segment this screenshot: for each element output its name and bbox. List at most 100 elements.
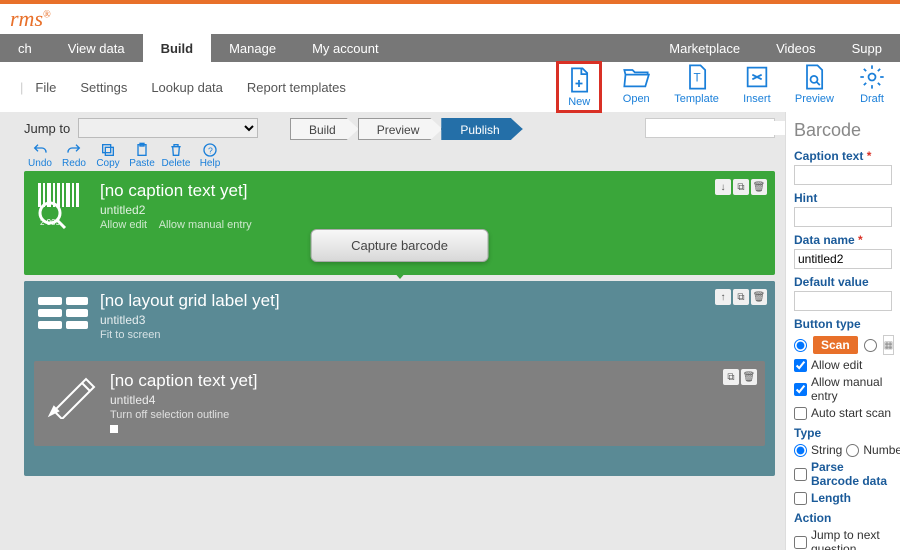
- sub-report[interactable]: Report templates: [247, 80, 346, 95]
- barcode-element[interactable]: 2 905 [no caption text yet] untitled2 Al…: [24, 171, 775, 275]
- undo-button[interactable]: Undo: [24, 142, 56, 169]
- qr-icon: ▦: [883, 335, 894, 355]
- gear-icon: [858, 63, 886, 91]
- hint-label: Hint: [794, 191, 892, 205]
- type-string-label: String: [811, 443, 842, 457]
- copy-icon[interactable]: ⧉: [723, 369, 739, 385]
- sub-lookup[interactable]: Lookup data: [151, 80, 223, 95]
- autostart-check[interactable]: [794, 407, 807, 420]
- type-number-radio[interactable]: [846, 444, 859, 457]
- move-down-icon[interactable]: ↓: [715, 179, 731, 195]
- nav-item-ch[interactable]: ch: [0, 34, 50, 62]
- nav-item-build[interactable]: Build: [143, 34, 212, 62]
- allowmanual-check[interactable]: [794, 383, 807, 396]
- nav-item-viewdata[interactable]: View data: [50, 34, 143, 62]
- btntype-label: Button type: [794, 317, 892, 331]
- dataname-input[interactable]: [794, 249, 892, 269]
- copy-button[interactable]: Copy: [92, 142, 124, 169]
- allowedit-label: Allow edit: [811, 358, 862, 372]
- parse-check[interactable]: [794, 468, 807, 481]
- draft-button[interactable]: Draft: [854, 61, 890, 113]
- default-input[interactable]: [794, 291, 892, 311]
- step-preview[interactable]: Preview: [358, 118, 443, 140]
- btntype-scan-radio[interactable]: [794, 339, 807, 352]
- inner-hint: Turn off selection outline: [110, 409, 753, 421]
- jump-select[interactable]: [78, 118, 258, 138]
- redo-button[interactable]: Redo: [58, 142, 90, 169]
- template-icon: T: [683, 63, 711, 91]
- copy-icon[interactable]: ⧉: [733, 289, 749, 305]
- help-button[interactable]: ?Help: [194, 142, 226, 169]
- template-button[interactable]: T Template: [670, 61, 723, 113]
- sub-file[interactable]: File: [35, 80, 56, 95]
- open-button[interactable]: Open: [618, 61, 654, 113]
- step-tabs: Build Preview Publish: [290, 118, 522, 140]
- barcode-sub: untitled2: [100, 203, 763, 217]
- grid-title: [no layout grid label yet]: [100, 291, 763, 311]
- type-string-radio[interactable]: [794, 444, 807, 457]
- selected-arrow-icon: [386, 263, 414, 279]
- doc-toolbar: New Open T Template Insert Preview Draft: [556, 61, 900, 113]
- dataname-label: Data name *: [794, 233, 892, 247]
- allowmanual-label: Allow manual entry: [811, 375, 892, 403]
- new-button[interactable]: New: [556, 61, 602, 113]
- delete-button[interactable]: Delete: [160, 142, 192, 169]
- parse-label: Parse Barcode data: [811, 460, 892, 488]
- length-check[interactable]: [794, 492, 807, 505]
- nav-item-support[interactable]: Supp: [834, 34, 900, 62]
- type-number-label: Number: [863, 443, 900, 457]
- canvas-area: Jump to Build Preview Publish Undo Redo …: [0, 112, 785, 550]
- sub-nav: | File Settings Lookup data Report templ…: [0, 62, 900, 112]
- jumpnext-check[interactable]: [794, 536, 807, 549]
- nav-item-manage[interactable]: Manage: [211, 34, 294, 62]
- mini-toolbar: Undo Redo Copy Paste Delete ?Help: [24, 142, 775, 169]
- capture-barcode-button[interactable]: Capture barcode: [310, 229, 489, 262]
- paste-button[interactable]: Paste: [126, 142, 158, 169]
- document-plus-icon: [565, 66, 593, 94]
- grid-sub: untitled3: [100, 313, 763, 327]
- selection-handle[interactable]: [110, 425, 118, 433]
- nav-item-account[interactable]: My account: [294, 34, 396, 62]
- hint-input[interactable]: [794, 207, 892, 227]
- document-search-icon: [800, 63, 828, 91]
- scan-badge: Scan: [813, 336, 858, 354]
- sub-settings[interactable]: Settings: [80, 80, 127, 95]
- nav-item-marketplace[interactable]: Marketplace: [651, 34, 758, 62]
- barcode-icon: 2 905: [36, 181, 92, 229]
- nav-item-videos[interactable]: Videos: [758, 34, 834, 62]
- length-label: Length: [811, 491, 851, 505]
- trash-icon[interactable]: 🗑: [751, 179, 767, 195]
- inner-title: [no caption text yet]: [110, 371, 753, 391]
- inner-element[interactable]: [no caption text yet] untitled4 Turn off…: [34, 361, 765, 446]
- btntype-qr-radio[interactable]: [864, 339, 877, 352]
- type-label: Type: [794, 426, 892, 440]
- jumpnext-label: Jump to next question: [811, 528, 892, 550]
- copy-icon[interactable]: ⧉: [733, 179, 749, 195]
- folder-open-icon: [622, 63, 650, 91]
- trash-icon[interactable]: 🗑: [751, 289, 767, 305]
- caption-label: Caption text *: [794, 149, 892, 163]
- main-nav: ch View data Build Manage My account Mar…: [0, 34, 900, 62]
- caption-input[interactable]: [794, 165, 892, 185]
- insert-button[interactable]: Insert: [739, 61, 775, 113]
- trash-icon[interactable]: 🗑: [741, 369, 757, 385]
- grid-hint: Fit to screen: [100, 329, 763, 341]
- move-up-icon[interactable]: ↑: [715, 289, 731, 305]
- allowedit-check[interactable]: [794, 359, 807, 372]
- inner-sub: untitled4: [110, 393, 753, 407]
- action-label: Action: [794, 511, 892, 525]
- svg-text:T: T: [693, 72, 700, 85]
- preview-button[interactable]: Preview: [791, 61, 838, 113]
- grid-icon: [36, 291, 92, 339]
- default-label: Default value: [794, 275, 892, 289]
- logo-text: rms®: [10, 6, 51, 32]
- properties-panel: Barcode Caption text * Hint Data name * …: [785, 112, 900, 550]
- props-title: Barcode: [794, 120, 892, 141]
- canvas-search-input[interactable]: [646, 121, 785, 135]
- svg-text:2 905: 2 905: [40, 218, 61, 227]
- step-build[interactable]: Build: [290, 118, 359, 140]
- jump-label: Jump to: [24, 121, 70, 136]
- grid-element[interactable]: [no layout grid label yet] untitled3 Fit…: [24, 281, 775, 476]
- canvas-search[interactable]: [645, 118, 775, 138]
- step-publish[interactable]: Publish: [441, 118, 522, 140]
